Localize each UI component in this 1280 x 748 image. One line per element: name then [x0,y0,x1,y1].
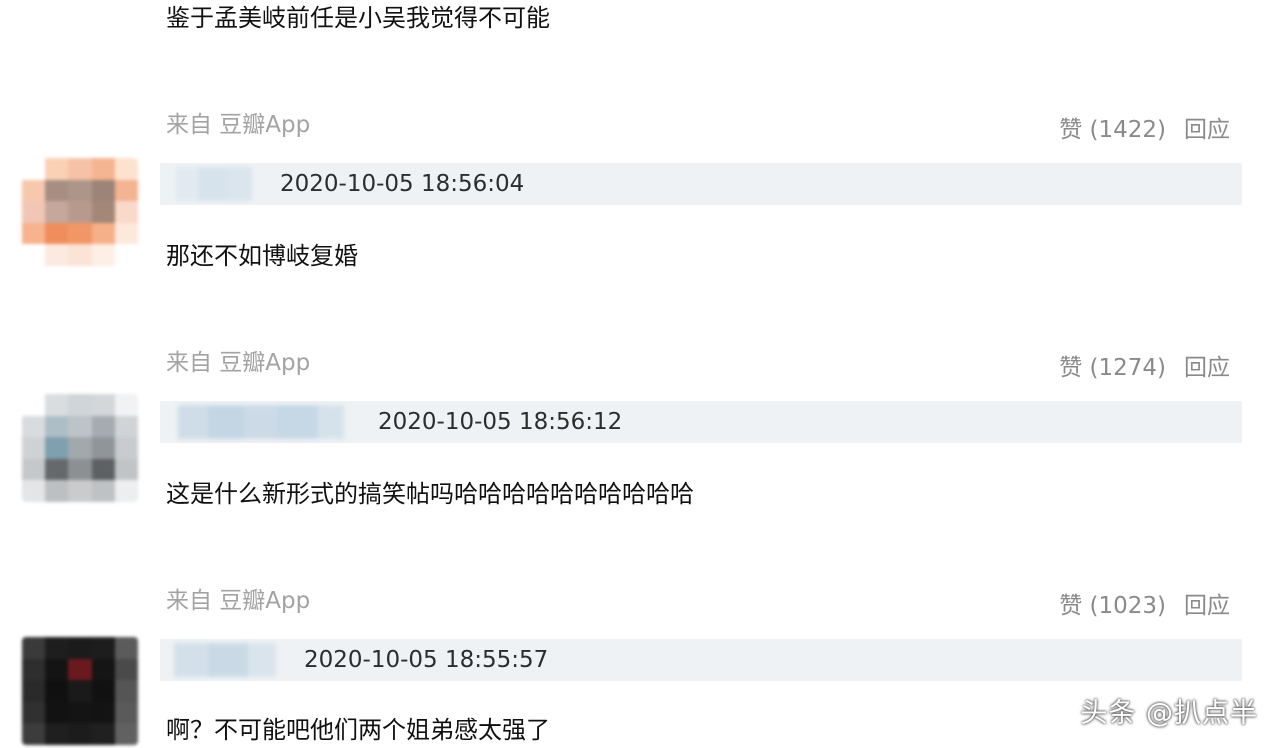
comment-header: 2020-10-05 18:56:04 [160,163,1242,205]
username-redacted[interactable] [178,405,344,439]
reply-button[interactable]: 回应 [1184,117,1230,143]
comment-text: 那还不如博岐复婚 [166,242,358,270]
reply-button[interactable]: 回应 [1184,355,1230,381]
comment-actions: 赞 (1422) 回应 [1059,117,1230,143]
comment-thread: 鉴于孟美岐前任是小吴我觉得不可能 来自 豆瓣App 赞 (1422) 回应 202… [0,0,1280,748]
reply-button[interactable]: 回应 [1184,593,1230,619]
like-button[interactable]: 赞 (1023) [1059,593,1166,619]
comment-source: 来自 豆瓣App [166,588,311,614]
comment-text: 这是什么新形式的搞笑帖吗哈哈哈哈哈哈哈哈哈哈 [166,480,694,508]
comment-source: 来自 豆瓣App [166,350,311,376]
like-button[interactable]: 赞 (1422) [1059,117,1166,143]
watermark: 头条 @扒点半 [1080,698,1258,729]
avatar[interactable] [22,637,138,745]
comment-header: 2020-10-05 18:56:12 [160,401,1242,443]
comment-timestamp: 2020-10-05 18:55:57 [304,647,549,673]
comment-timestamp: 2020-10-05 18:56:04 [280,171,525,197]
username-redacted[interactable] [176,167,252,201]
comment-text: 鉴于孟美岐前任是小吴我觉得不可能 [166,4,550,32]
avatar[interactable] [22,394,138,502]
comment-header: 2020-10-05 18:55:57 [160,639,1242,681]
comment-actions: 赞 (1023) 回应 [1059,593,1230,619]
comment-source: 来自 豆瓣App [166,112,311,138]
like-button[interactable]: 赞 (1274) [1059,355,1166,381]
avatar[interactable] [22,158,138,266]
comment-text: 啊？不可能吧他们两个姐弟感太强了 [166,716,550,744]
comment-timestamp: 2020-10-05 18:56:12 [378,409,623,435]
username-redacted[interactable] [174,643,276,677]
comment-actions: 赞 (1274) 回应 [1059,355,1230,381]
